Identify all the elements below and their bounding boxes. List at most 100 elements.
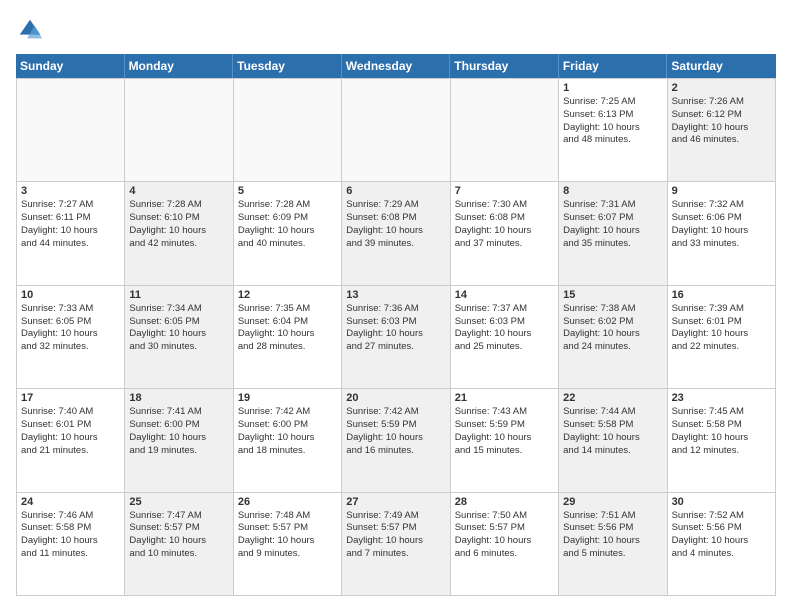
day-info-line: and 37 minutes. (455, 238, 554, 251)
cal-cell: 13 Sunrise: 7:36 AMSunset: 6:03 PMDayligh… (342, 286, 450, 389)
day-number: 26 (238, 496, 337, 508)
day-number: 11 (129, 289, 228, 301)
cal-cell: 24Sunrise: 7:46 AMSunset: 5:58 PMDayligh… (17, 493, 125, 596)
day-info-line: Sunrise: 7:35 AM (238, 303, 337, 316)
cal-cell (342, 79, 450, 182)
cal-cell: 2Sunrise: 7:26 AMSunset: 6:12 PMDaylight… (668, 79, 776, 182)
day-info-line: and 11 minutes. (21, 548, 120, 561)
day-number: 29 (563, 496, 662, 508)
day-info-line: and 30 minutes. (129, 341, 228, 354)
day-info-line: and 24 minutes. (563, 341, 662, 354)
day-number: 5 (238, 185, 337, 197)
day-info-line: and 44 minutes. (21, 238, 120, 251)
day-info-line: Sunrise: 7:40 AM (21, 406, 120, 419)
day-number: 27 (346, 496, 445, 508)
day-info-line: Sunrise: 7:44 AM (563, 406, 662, 419)
weekday-header-wednesday: Wednesday (342, 54, 451, 78)
day-info-line: Sunset: 6:08 PM (346, 212, 445, 225)
cal-cell: 29Sunrise: 7:51 AMSunset: 5:56 PMDayligh… (559, 493, 667, 596)
day-info-line: Sunset: 5:57 PM (346, 522, 445, 535)
day-number: 17 (21, 392, 120, 404)
day-info-line: Daylight: 10 hours (346, 328, 445, 341)
day-info-line: Sunset: 5:57 PM (129, 522, 228, 535)
day-info-line: Sunset: 5:59 PM (346, 419, 445, 432)
day-info-line: Daylight: 10 hours (129, 328, 228, 341)
calendar: SundayMondayTuesdayWednesdayThursdayFrid… (16, 54, 776, 596)
day-info-line: Sunset: 6:03 PM (346, 316, 445, 329)
day-info-line: Sunrise: 7:30 AM (455, 199, 554, 212)
day-info-line: and 42 minutes. (129, 238, 228, 251)
cal-cell (451, 79, 559, 182)
day-info-line: and 39 minutes. (346, 238, 445, 251)
cal-cell: 15Sunrise: 7:38 AMSunset: 6:02 PMDayligh… (559, 286, 667, 389)
day-info-line: Sunrise: 7:49 AM (346, 510, 445, 523)
day-info-line: Daylight: 10 hours (455, 225, 554, 238)
day-info-line: and 4 minutes. (672, 548, 771, 561)
cal-cell (17, 79, 125, 182)
day-info-line: Sunset: 6:05 PM (21, 316, 120, 329)
cal-cell: 11Sunrise: 7:34 AMSunset: 6:05 PMDayligh… (125, 286, 233, 389)
cal-cell: 14Sunrise: 7:37 AMSunset: 6:03 PMDayligh… (451, 286, 559, 389)
logo-icon (16, 16, 44, 44)
day-number: 12 (238, 289, 337, 301)
cal-cell: 4Sunrise: 7:28 AMSunset: 6:10 PMDaylight… (125, 182, 233, 285)
day-info-line: and 6 minutes. (455, 548, 554, 561)
day-info-line: Sunset: 5:57 PM (455, 522, 554, 535)
day-info-line: Sunset: 5:57 PM (238, 522, 337, 535)
day-info-line: Sunset: 6:04 PM (238, 316, 337, 329)
cal-cell: 5Sunrise: 7:28 AMSunset: 6:09 PMDaylight… (234, 182, 342, 285)
day-info-line: and 21 minutes. (21, 445, 120, 458)
day-info-line: Sunset: 5:58 PM (563, 419, 662, 432)
day-info-line: Daylight: 10 hours (455, 535, 554, 548)
day-info-line: and 25 minutes. (455, 341, 554, 354)
day-info-line: Daylight: 10 hours (563, 535, 662, 548)
cal-cell: 8Sunrise: 7:31 AMSunset: 6:07 PMDaylight… (559, 182, 667, 285)
day-info-line: Sunset: 6:12 PM (672, 109, 771, 122)
day-info-line: Daylight: 10 hours (21, 225, 120, 238)
day-number: 8 (563, 185, 662, 197)
day-number: 28 (455, 496, 554, 508)
day-info-line: and 15 minutes. (455, 445, 554, 458)
day-info-line: Sunset: 6:01 PM (21, 419, 120, 432)
day-info-line: Daylight: 10 hours (563, 225, 662, 238)
day-number: 20 (346, 392, 445, 404)
day-number: 24 (21, 496, 120, 508)
day-info-line: Daylight: 10 hours (563, 432, 662, 445)
cal-cell: 6Sunrise: 7:29 AMSunset: 6:08 PMDaylight… (342, 182, 450, 285)
day-number: 15 (563, 289, 662, 301)
day-info-line: Daylight: 10 hours (672, 122, 771, 135)
day-info-line: Daylight: 10 hours (346, 225, 445, 238)
day-info-line: Sunrise: 7:48 AM (238, 510, 337, 523)
cal-cell: 19Sunrise: 7:42 AMSunset: 6:00 PMDayligh… (234, 389, 342, 492)
day-number: 14 (455, 289, 554, 301)
day-info-line: Sunset: 6:11 PM (21, 212, 120, 225)
day-info-line: Sunrise: 7:26 AM (672, 96, 771, 109)
cal-cell: 16Sunrise: 7:39 AMSunset: 6:01 PMDayligh… (668, 286, 776, 389)
day-number: 7 (455, 185, 554, 197)
day-info-line: Sunrise: 7:34 AM (129, 303, 228, 316)
day-number: 13 (346, 289, 445, 301)
day-info-line: Daylight: 10 hours (238, 225, 337, 238)
day-info-line: Sunrise: 7:45 AM (672, 406, 771, 419)
day-info-line: Daylight: 10 hours (129, 535, 228, 548)
day-info-line: Sunset: 5:58 PM (21, 522, 120, 535)
day-info-line: Sunset: 5:56 PM (672, 522, 771, 535)
day-info-line: Sunrise: 7:42 AM (238, 406, 337, 419)
cal-cell: 9Sunrise: 7:32 AMSunset: 6:06 PMDaylight… (668, 182, 776, 285)
day-info-line: Daylight: 10 hours (672, 225, 771, 238)
day-info-line: Sunset: 6:00 PM (238, 419, 337, 432)
day-info-line: Sunrise: 7:41 AM (129, 406, 228, 419)
day-info-line: Sunset: 5:59 PM (455, 419, 554, 432)
day-info-line: and 7 minutes. (346, 548, 445, 561)
weekday-header-monday: Monday (125, 54, 234, 78)
day-info-line: Daylight: 10 hours (455, 328, 554, 341)
day-info-line: Daylight: 10 hours (238, 432, 337, 445)
day-number: 23 (672, 392, 771, 404)
day-info-line: Sunrise: 7:36 AM (346, 303, 445, 316)
day-info-line: Daylight: 10 hours (672, 328, 771, 341)
day-info-line: Daylight: 10 hours (672, 432, 771, 445)
day-info-line: Sunset: 6:02 PM (563, 316, 662, 329)
cal-cell: 3Sunrise: 7:27 AMSunset: 6:11 PMDaylight… (17, 182, 125, 285)
day-info-line: and 22 minutes. (672, 341, 771, 354)
day-info-line: and 16 minutes. (346, 445, 445, 458)
